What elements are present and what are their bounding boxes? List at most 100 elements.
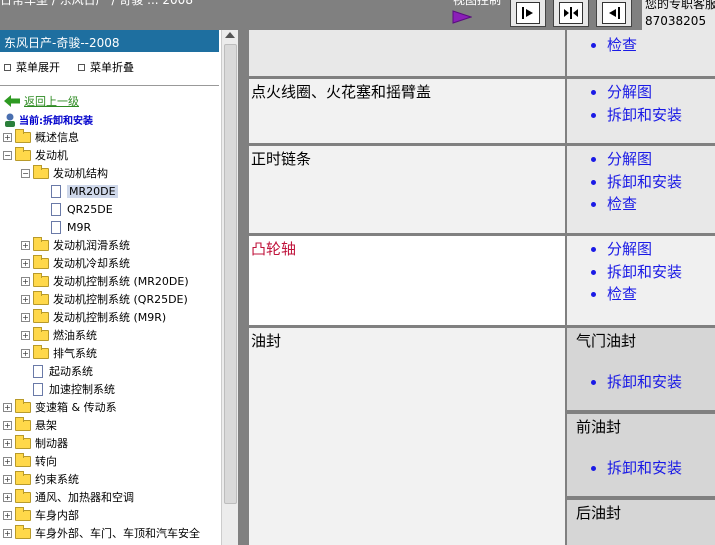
procedure-link[interactable]: 分解图 <box>607 81 715 104</box>
procedure-link[interactable]: 分解图 <box>607 148 715 171</box>
expand-left-pane-button[interactable] <box>596 0 632 27</box>
tree-item[interactable]: + 制动器 <box>3 434 68 452</box>
tree-item[interactable]: + 发动机控制系统 (M9R) <box>21 308 166 326</box>
collapse-icon[interactable]: − <box>21 168 30 178</box>
tree-item[interactable]: + 变速箱 & 传动系 <box>3 398 117 416</box>
tree-item[interactable]: 加速控制系统 <box>33 380 115 398</box>
tree-item-label: 车身外部、车门、车顶和汽车安全 <box>35 527 200 540</box>
collapse-icon[interactable]: − <box>3 150 12 160</box>
tree-item[interactable]: − 发动机结构 <box>21 164 108 182</box>
help-phone: 87038205 <box>645 14 707 28</box>
expand-icon[interactable]: + <box>21 258 30 268</box>
sub-section: 前油封拆卸和安装 <box>567 414 715 496</box>
folder-icon <box>15 146 31 161</box>
tree-item-label: 起动系统 <box>49 365 93 378</box>
procedure-link[interactable]: 拆卸和安装 <box>607 171 715 194</box>
back-arrow-icon <box>4 95 20 107</box>
tree-item[interactable]: + 发动机控制系统 (QR25DE) <box>21 290 188 308</box>
scrollbar-thumb[interactable] <box>224 44 237 504</box>
breadcrumb: 日常车型 / 东风日产 / 奇骏 ... 2008 <box>0 0 193 7</box>
expand-icon[interactable]: + <box>3 438 12 448</box>
tree-item-label: 发动机润滑系统 <box>53 239 130 252</box>
expand-icon[interactable]: + <box>21 240 30 250</box>
tree-item-label: 发动机结构 <box>53 167 108 180</box>
tree-item-label: 发动机 <box>35 149 68 162</box>
tree-item[interactable]: + 转向 <box>3 452 57 470</box>
folder-icon <box>15 128 31 143</box>
expand-icon[interactable]: + <box>3 132 12 142</box>
expand-icon[interactable]: + <box>3 492 12 502</box>
tree-item-label: 制动器 <box>35 437 68 450</box>
tree-item[interactable]: M9R <box>51 218 91 236</box>
menu-expand-button[interactable]: 菜单展开 <box>4 59 60 75</box>
help-line: 您的专职客服 <box>645 0 715 11</box>
procedure-links: 分解图拆卸和安装 <box>567 79 715 143</box>
scroll-up-icon[interactable] <box>225 32 235 38</box>
expand-icon[interactable]: + <box>21 348 30 358</box>
menu-collapse-button[interactable]: 菜单折叠 <box>78 59 134 75</box>
sidebar-scrollbar[interactable] <box>221 30 238 545</box>
view-control-label: 视图控制 <box>453 0 502 7</box>
folder-icon <box>33 254 49 269</box>
tree-item-label: 发动机控制系统 (QR25DE) <box>53 293 188 306</box>
procedure-link[interactable]: 拆卸和安装 <box>607 371 715 394</box>
procedure-link[interactable]: 检查 <box>607 193 715 216</box>
tree-item-label: 约束系统 <box>35 473 79 486</box>
expand-icon[interactable]: + <box>3 528 12 538</box>
tree-item[interactable]: + 约束系统 <box>3 470 79 488</box>
expand-icon[interactable]: + <box>3 456 12 466</box>
procedure-link[interactable]: 拆卸和安装 <box>607 457 715 480</box>
procedure-link[interactable]: 拆卸和安装 <box>607 104 715 127</box>
procedure-link[interactable]: 检查 <box>607 283 715 306</box>
component-name: 正时链条 <box>249 146 565 233</box>
expand-icon[interactable]: + <box>3 474 12 484</box>
content-row: 点火线圈、火花塞和摇臂盖分解图拆卸和安装 <box>249 79 715 143</box>
document-icon <box>51 220 61 234</box>
current-location: 当前:拆卸和安装 <box>4 112 93 127</box>
collapse-left-pane-button[interactable] <box>510 0 546 27</box>
tree-item[interactable]: + 发动机冷却系统 <box>21 254 130 272</box>
tree-item-label: M9R <box>67 220 92 234</box>
procedure-link[interactable]: 分解图 <box>607 238 715 261</box>
tree-item[interactable]: MR20DE <box>51 182 118 200</box>
view-triangle-icon[interactable] <box>452 10 472 24</box>
tree-item[interactable]: 起动系统 <box>33 362 93 380</box>
pane-divider[interactable] <box>238 30 249 545</box>
procedure-link[interactable]: 拆卸和安装 <box>607 261 715 284</box>
folder-icon <box>33 344 49 359</box>
expand-icon[interactable]: + <box>21 294 30 304</box>
sub-section-title: 气门油封 <box>576 332 637 350</box>
component-name: 凸轮轴 <box>249 236 565 325</box>
tree-item[interactable]: + 燃油系统 <box>21 326 97 344</box>
tree-item[interactable]: + 排气系统 <box>21 344 97 362</box>
expand-icon[interactable]: + <box>21 276 30 286</box>
tree-item-label: 变速箱 & 传动系 <box>35 401 117 414</box>
expand-icon[interactable]: + <box>3 420 12 430</box>
expand-icon[interactable]: + <box>3 510 12 520</box>
tree-item[interactable]: QR25DE <box>51 200 113 218</box>
tree-item-label: 排气系统 <box>53 347 97 360</box>
tree-item[interactable]: − 发动机 <box>3 146 68 164</box>
tree-item[interactable]: + 车身内部 <box>3 506 79 524</box>
procedure-links: 分解图拆卸和安装检查 <box>567 146 715 233</box>
expand-icon[interactable]: + <box>21 330 30 340</box>
content-row: 油封气门油封拆卸和安装前油封拆卸和安装后油封 <box>249 328 715 545</box>
tree-item[interactable]: + 悬架 <box>3 416 57 434</box>
tree-item-label: 燃油系统 <box>53 329 97 342</box>
folder-icon <box>15 398 31 413</box>
tree-item-label: 概述信息 <box>35 131 79 144</box>
sub-section: 气门油封拆卸和安装 <box>567 328 715 410</box>
tree-item[interactable]: + 发动机控制系统 (MR20DE) <box>21 272 189 290</box>
expand-icon[interactable]: + <box>3 402 12 412</box>
tree-item[interactable]: + 发动机润滑系统 <box>21 236 130 254</box>
back-link[interactable]: 返回上一级 <box>4 93 79 109</box>
tree-item[interactable]: + 车身外部、车门、车顶和汽车安全 <box>3 524 200 542</box>
tree-item[interactable]: + 通风、加热器和空调 <box>3 488 134 506</box>
folder-icon <box>33 290 49 305</box>
procedure-link[interactable]: 检查 <box>607 34 715 57</box>
split-view-button[interactable] <box>553 0 589 27</box>
document-icon <box>33 364 43 378</box>
tree-item-label: 发动机冷却系统 <box>53 257 130 270</box>
tree-item[interactable]: + 概述信息 <box>3 128 79 146</box>
expand-icon[interactable]: + <box>21 312 30 322</box>
